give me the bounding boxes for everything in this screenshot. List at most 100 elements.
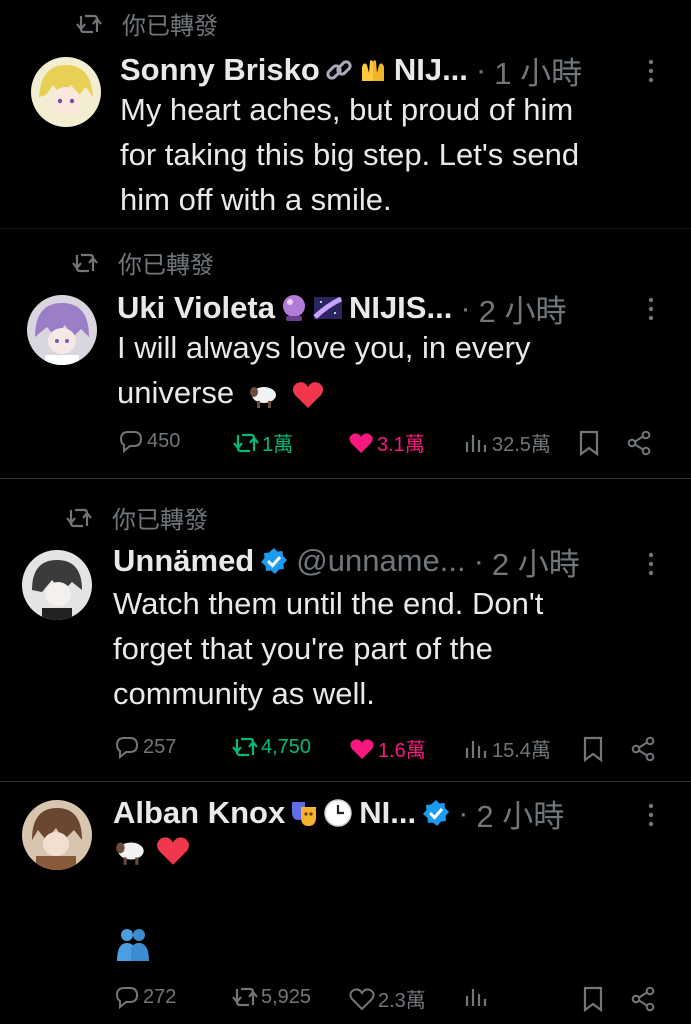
retweet-button[interactable]: 5,925 (232, 984, 311, 1010)
tweet-text-line: My heart aches, but proud of him (120, 92, 574, 127)
retweet-indicator: 你已轉發 (76, 6, 218, 41)
more-options-icon[interactable] (647, 802, 655, 828)
display-name[interactable]: Alban Knox (113, 795, 285, 831)
tweet-text-line: universe (117, 370, 531, 415)
reply-icon (119, 431, 143, 454)
retweet-icon (232, 987, 258, 1007)
red-heart-emoji-icon (157, 837, 190, 865)
timestamp[interactable]: 2 小時 (492, 539, 580, 584)
tweet-text-line: Watch them until the end. Don't (113, 586, 544, 621)
retweet-indicator: 你已轉發 (72, 245, 214, 280)
like-button[interactable]: 1.6萬 (349, 734, 426, 763)
reply-icon (115, 737, 139, 760)
avatar[interactable] (22, 800, 92, 870)
link-emoji-icon (326, 60, 352, 80)
more-options-icon[interactable] (647, 296, 655, 322)
tweet-text: Watch them until the end. Don't forget t… (113, 581, 543, 716)
heart-filled-icon (349, 432, 373, 453)
display-name-suffix: NI... (359, 795, 417, 830)
timestamp[interactable]: 1 小時 (494, 48, 582, 93)
view-count: 15.4萬 (492, 740, 551, 762)
separator-dot: · (473, 543, 484, 578)
retweet-label: 你已轉發 (112, 507, 208, 534)
retweet-label: 你已轉發 (122, 13, 218, 40)
separator-dot: · (475, 52, 487, 87)
like-button[interactable]: 3.1萬 (348, 428, 425, 457)
crystal-ball-emoji-icon (282, 295, 305, 321)
tweet-text (113, 833, 191, 874)
divider (0, 478, 691, 479)
tweet-header: Alban Knox NI... · 2 小時 (113, 795, 564, 834)
display-name[interactable]: Uki Violeta (117, 290, 275, 326)
more-options-icon[interactable] (647, 58, 655, 84)
user-handle[interactable]: @unname... (296, 543, 465, 579)
divider (0, 781, 691, 782)
retweet-count: 5,925 (261, 985, 312, 1008)
reply-count: 450 (147, 429, 181, 452)
retweet-icon (72, 253, 98, 272)
tweet-text: I will always love you, in every univers… (117, 325, 531, 415)
divider (0, 228, 691, 229)
tweet-actions: 272 5,925 2.3萬 (0, 984, 691, 1014)
sheep-emoji-icon (116, 842, 144, 865)
verified-badge-icon (423, 800, 450, 826)
bookmark-icon[interactable] (578, 430, 600, 456)
retweet-icon (233, 433, 259, 452)
view-count: 32.5萬 (492, 434, 551, 456)
views-button[interactable] (463, 984, 492, 1010)
reply-count: 257 (143, 735, 177, 758)
like-count: 1.6萬 (378, 740, 426, 762)
red-heart-emoji-icon (293, 381, 324, 408)
timestamp[interactable]: 2 小時 (476, 791, 564, 836)
share-icon[interactable] (630, 736, 656, 762)
tweet-text-line: for taking this big step. Let's send (120, 137, 580, 172)
tweet-text-line: him off with a smile. (120, 182, 392, 217)
retweet-count: 4,750 (261, 735, 312, 758)
tweet-text-line: I will always love you, in every (117, 330, 531, 365)
share-icon[interactable] (630, 986, 656, 1012)
retweet-icon (76, 14, 102, 33)
views-chart-icon (465, 434, 487, 452)
separator-dot: · (458, 795, 469, 830)
reply-button[interactable]: 272 (114, 984, 176, 1010)
timestamp[interactable]: 2 小時 (479, 286, 567, 331)
heart-filled-icon (350, 738, 374, 759)
tweet-text: My heart aches, but proud of him for tak… (120, 87, 579, 222)
display-name[interactable]: Unnämed (113, 543, 254, 579)
reply-button[interactable]: 257 (114, 734, 176, 760)
retweet-icon (232, 737, 258, 757)
tweet-header: Unnämed @unname... · 2 小時 (113, 543, 580, 582)
avatar[interactable] (31, 57, 101, 127)
avatar[interactable] (22, 550, 92, 620)
like-button[interactable]: 2.3萬 (349, 984, 426, 1013)
views-chart-icon (465, 989, 487, 1006)
display-name-suffix: NIJIS... (348, 290, 453, 325)
views-chart-icon (465, 740, 487, 758)
retweet-button[interactable]: 4,750 (232, 734, 311, 760)
people-hugging-emoji-icon (117, 929, 149, 961)
share-icon[interactable] (626, 430, 652, 456)
views-button[interactable]: 15.4萬 (463, 734, 551, 763)
bookmark-icon[interactable] (582, 986, 604, 1012)
views-button[interactable]: 32.5萬 (463, 428, 551, 457)
verified-badge-icon (261, 548, 288, 574)
tweet-header: Uki Violeta NIJIS... · 2 小時 (117, 290, 567, 329)
sheep-emoji-icon (249, 386, 276, 408)
tweet-text-line: community as well. (113, 676, 375, 711)
raised-hands-emoji-icon (361, 60, 384, 81)
heart-outline-icon (349, 987, 375, 1010)
tweet-actions: 450 1萬 3.1萬 32.5萬 (0, 428, 691, 458)
like-count: 2.3萬 (378, 990, 426, 1012)
reply-button[interactable]: 450 (118, 428, 180, 454)
display-name[interactable]: Sonny Brisko (120, 52, 320, 88)
tweet-header: Sonny Brisko NIJ... · 1 小時 (120, 52, 582, 91)
more-options-icon[interactable] (647, 551, 655, 577)
retweet-button[interactable]: 1萬 (233, 428, 293, 457)
avatar[interactable] (27, 295, 97, 365)
retweet-indicator: 你已轉發 (66, 500, 208, 535)
bookmark-icon[interactable] (582, 736, 604, 762)
milky-way-emoji-icon (313, 296, 343, 319)
clock-emoji-icon (324, 799, 352, 827)
reply-icon (115, 987, 139, 1010)
retweet-label: 你已轉發 (118, 252, 214, 279)
